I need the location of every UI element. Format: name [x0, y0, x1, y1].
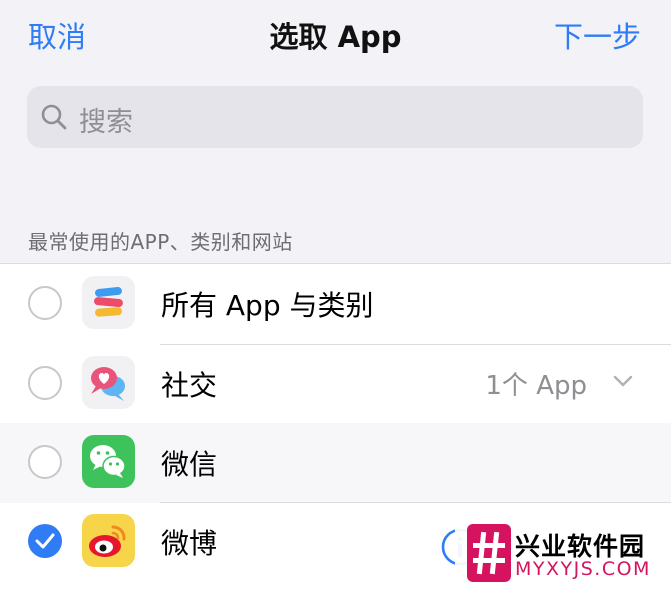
row-label: 社交 — [161, 369, 218, 402]
wechat-icon — [82, 435, 135, 488]
row-label: 微信 — [161, 448, 218, 481]
search-placeholder: 搜索 — [79, 107, 133, 138]
selection-radio[interactable] — [28, 445, 62, 479]
list-item-wechat[interactable]: 微信 — [0, 423, 671, 503]
selection-radio[interactable] — [28, 366, 62, 400]
app-count-label: 1个 App — [485, 371, 587, 401]
row-label: 所有 App 与类别 — [161, 289, 374, 322]
chat-bubbles-heart-icon — [82, 356, 135, 409]
list-item-social[interactable]: 社交 1个 App — [0, 344, 671, 424]
weibo-icon — [82, 514, 135, 567]
search-icon — [41, 104, 67, 130]
stack-layers-icon — [82, 276, 135, 329]
selection-radio[interactable] — [28, 286, 62, 320]
hash-logo-icon — [467, 524, 511, 582]
section-header: 最常使用的APP、类别和网站 — [28, 230, 293, 254]
list-item-all-apps[interactable]: 所有 App 与类别 — [0, 264, 671, 344]
navigation-bar: 取消 选取 App 下一步 — [0, 0, 671, 70]
selection-radio-checked[interactable] — [28, 524, 62, 558]
checkmark-icon — [35, 533, 55, 549]
watermark-url: MYXYJS.COM — [515, 558, 651, 580]
next-button[interactable]: 下一步 — [554, 14, 641, 56]
chevron-down-icon[interactable] — [613, 374, 633, 388]
watermark-overlay: 兴业软件园 MYXYJS.COM — [455, 514, 671, 591]
search-input[interactable]: 搜索 — [27, 86, 643, 148]
row-label: 微博 — [161, 527, 218, 560]
